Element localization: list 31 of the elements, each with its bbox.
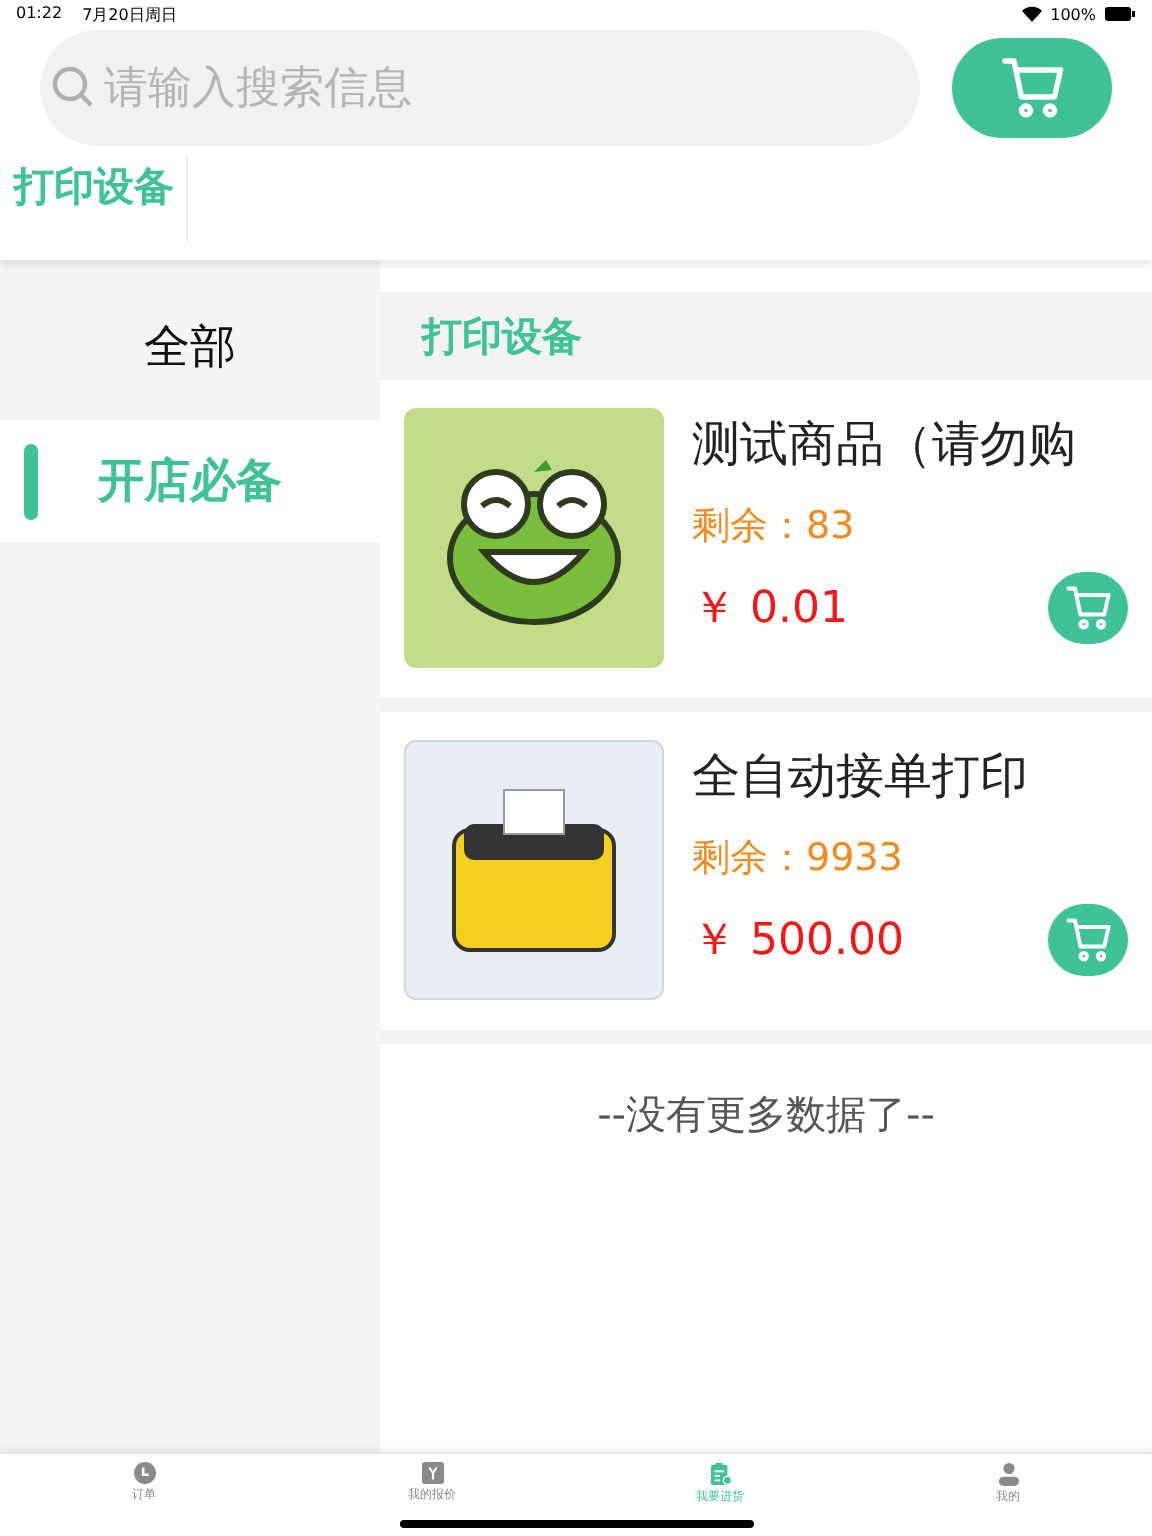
clipboard-icon bbox=[709, 1462, 731, 1486]
clock-icon bbox=[133, 1462, 155, 1484]
product-stock: 剩余：83 bbox=[692, 502, 857, 552]
cart-button[interactable] bbox=[952, 38, 1112, 138]
section-header: 打印设备 bbox=[380, 292, 1152, 380]
add-to-cart-button[interactable] bbox=[1048, 904, 1128, 976]
add-to-cart-button[interactable] bbox=[1048, 572, 1128, 644]
user-icon bbox=[997, 1462, 1019, 1486]
sidebar-item[interactable]: 开店必备 bbox=[0, 420, 380, 542]
status-date: 7月20日周日 bbox=[82, 3, 177, 25]
sidebar-item[interactable]: 全部 bbox=[0, 280, 380, 412]
search-field[interactable]: 请输入搜索信息 bbox=[40, 30, 920, 146]
search-icon bbox=[52, 66, 96, 110]
product-card[interactable]: 测试商品（请勿购 剩余：83 ￥ 0.01 bbox=[380, 380, 1152, 712]
product-name: 测试商品（请勿购 bbox=[692, 414, 1078, 476]
product-card[interactable]: 全自动接单打印 剩余：9933 ￥ 500.00 bbox=[380, 712, 1152, 1044]
wifi-icon bbox=[1022, 6, 1043, 22]
cart-icon bbox=[996, 52, 1068, 124]
battery-icon bbox=[1104, 6, 1136, 22]
status-time: 01:22 bbox=[16, 3, 63, 25]
cart-icon bbox=[1062, 914, 1114, 966]
product-name: 全自动接单打印 bbox=[692, 746, 1030, 808]
selection-indicator bbox=[24, 444, 38, 520]
product-stock: 剩余：9933 bbox=[692, 834, 905, 884]
cart-icon bbox=[1062, 582, 1114, 634]
product-price: ￥ 0.01 bbox=[692, 582, 848, 638]
yen-icon bbox=[421, 1462, 443, 1484]
battery-percent: 100% bbox=[1050, 5, 1096, 23]
end-of-list-text: --没有更多数据了-- bbox=[595, 1088, 937, 1142]
category-tab[interactable]: 打印设备 bbox=[0, 156, 188, 242]
product-price: ￥ 500.00 bbox=[692, 914, 904, 970]
